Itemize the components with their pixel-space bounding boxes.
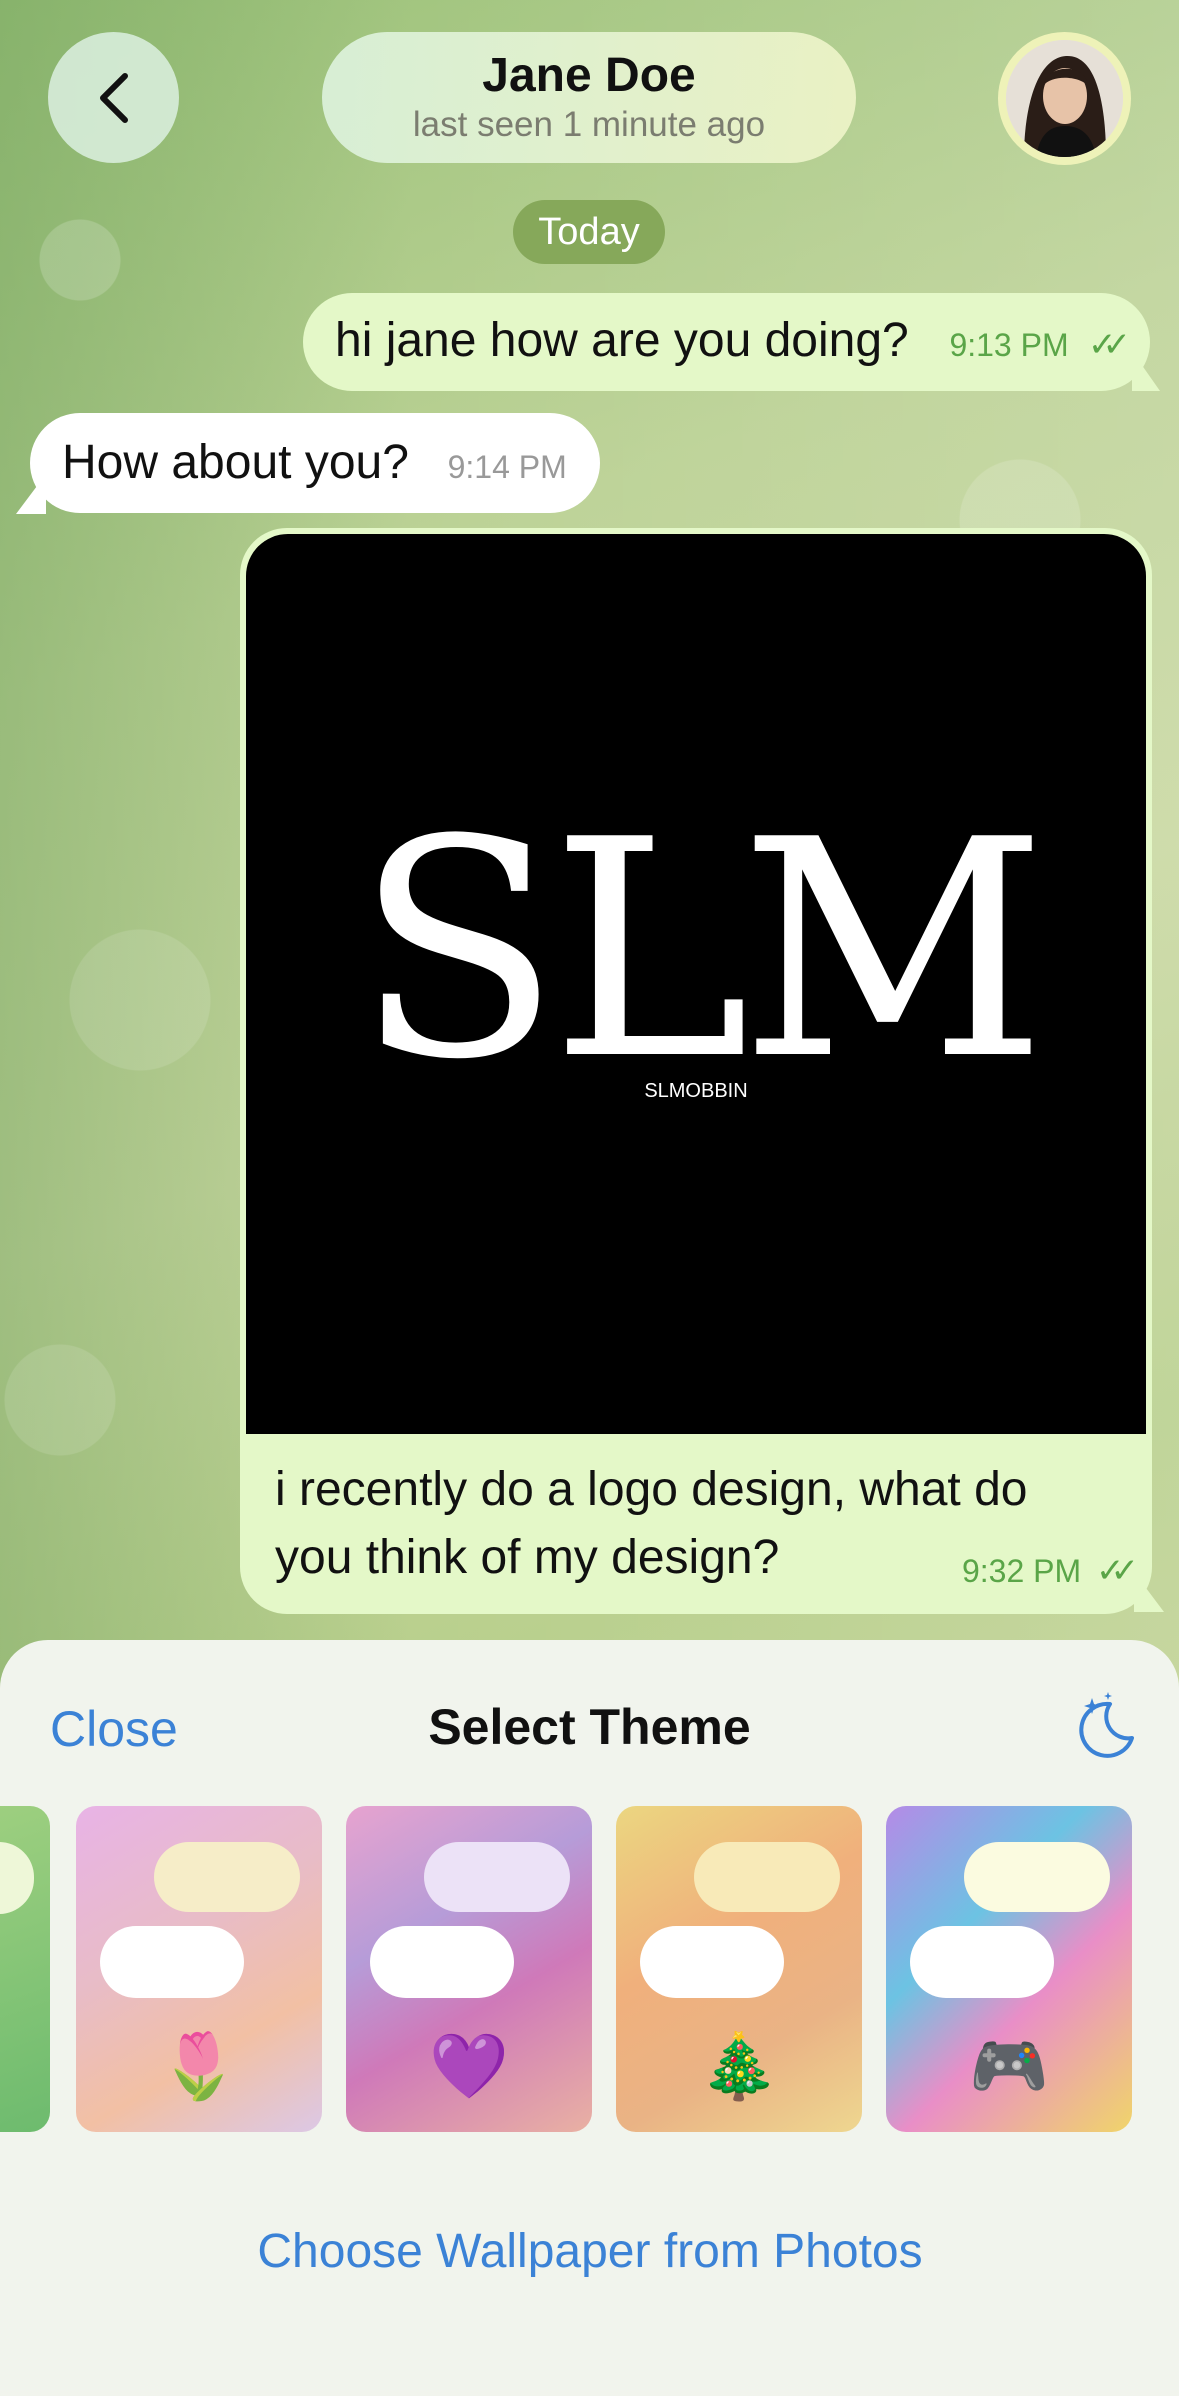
last-seen-status: last seen 1 minute ago: [412, 105, 766, 144]
theme-preview-bubble: [964, 1842, 1110, 1912]
message-text: hi jane how are you doing?: [335, 314, 909, 367]
theme-carousel[interactable]: 🌷 💜 🎄 🎮: [0, 1806, 1179, 2132]
christmas-tree-icon: 🎄: [699, 2030, 779, 2102]
message-time: 9:14 PM: [447, 449, 567, 485]
message-time: 9:32 PM: [961, 1553, 1082, 1589]
tulip-icon: 🌷: [159, 2030, 239, 2102]
double-check-icon: ✓✓: [1096, 1552, 1139, 1590]
contact-name: Jane Doe: [482, 49, 696, 102]
theme-card-partial[interactable]: [0, 1806, 50, 2132]
message-time-status: 9:32 PM ✓✓: [961, 1551, 1139, 1591]
logo-image[interactable]: SLM SLMOBBIN: [246, 534, 1146, 1434]
double-check-icon: ✓✓: [1087, 326, 1131, 364]
theme-preview-bubble: [100, 1926, 244, 1998]
photo-message[interactable]: SLM SLMOBBIN i recently do a logo design…: [243, 531, 1149, 1611]
theme-card-tree[interactable]: 🎄: [616, 1806, 862, 2132]
theme-preview-bubble: [640, 1926, 784, 1998]
message-bubble-incoming[interactable]: How about you? 9:14 PM: [30, 413, 600, 513]
message-text: How about you?: [62, 436, 409, 489]
theme-preview-bubble: [694, 1842, 840, 1912]
message-bubble-outgoing[interactable]: hi jane how are you doing? 9:13 PM ✓✓: [303, 293, 1150, 391]
choose-wallpaper-button[interactable]: Choose Wallpaper from Photos: [90, 2176, 1090, 2326]
back-button[interactable]: [48, 32, 179, 163]
logo-subtext: SLMOBBIN: [644, 1080, 747, 1102]
theme-preview-bubble: [154, 1842, 300, 1912]
purple-heart-icon: 💜: [429, 2030, 509, 2102]
theme-preview-bubble: [370, 1926, 514, 1998]
avatar[interactable]: [998, 32, 1131, 165]
gamepad-icon: 🎮: [969, 2030, 1049, 2102]
theme-card-tulip[interactable]: 🌷: [76, 1806, 322, 2132]
theme-preview-bubble: [424, 1842, 570, 1912]
chat-title[interactable]: Jane Doe last seen 1 minute ago: [322, 32, 856, 163]
sheet-title: Select Theme: [428, 1699, 751, 1755]
theme-card-gamepad[interactable]: 🎮: [886, 1806, 1132, 2132]
moon-stars-icon[interactable]: [1070, 1690, 1140, 1760]
date-separator: Today: [513, 200, 665, 264]
avatar-photo: [1006, 40, 1123, 157]
theme-preview-bubble: [910, 1926, 1054, 1998]
logo-text: SLM: [355, 776, 1037, 1125]
theme-sheet: Close Select Theme 🌷 💜 🎄 🎮 Choose Wallpa…: [0, 1640, 1179, 2396]
chevron-left-icon: [99, 72, 128, 123]
theme-card-heart[interactable]: 💜: [346, 1806, 592, 2132]
message-time: 9:13 PM: [949, 327, 1069, 363]
